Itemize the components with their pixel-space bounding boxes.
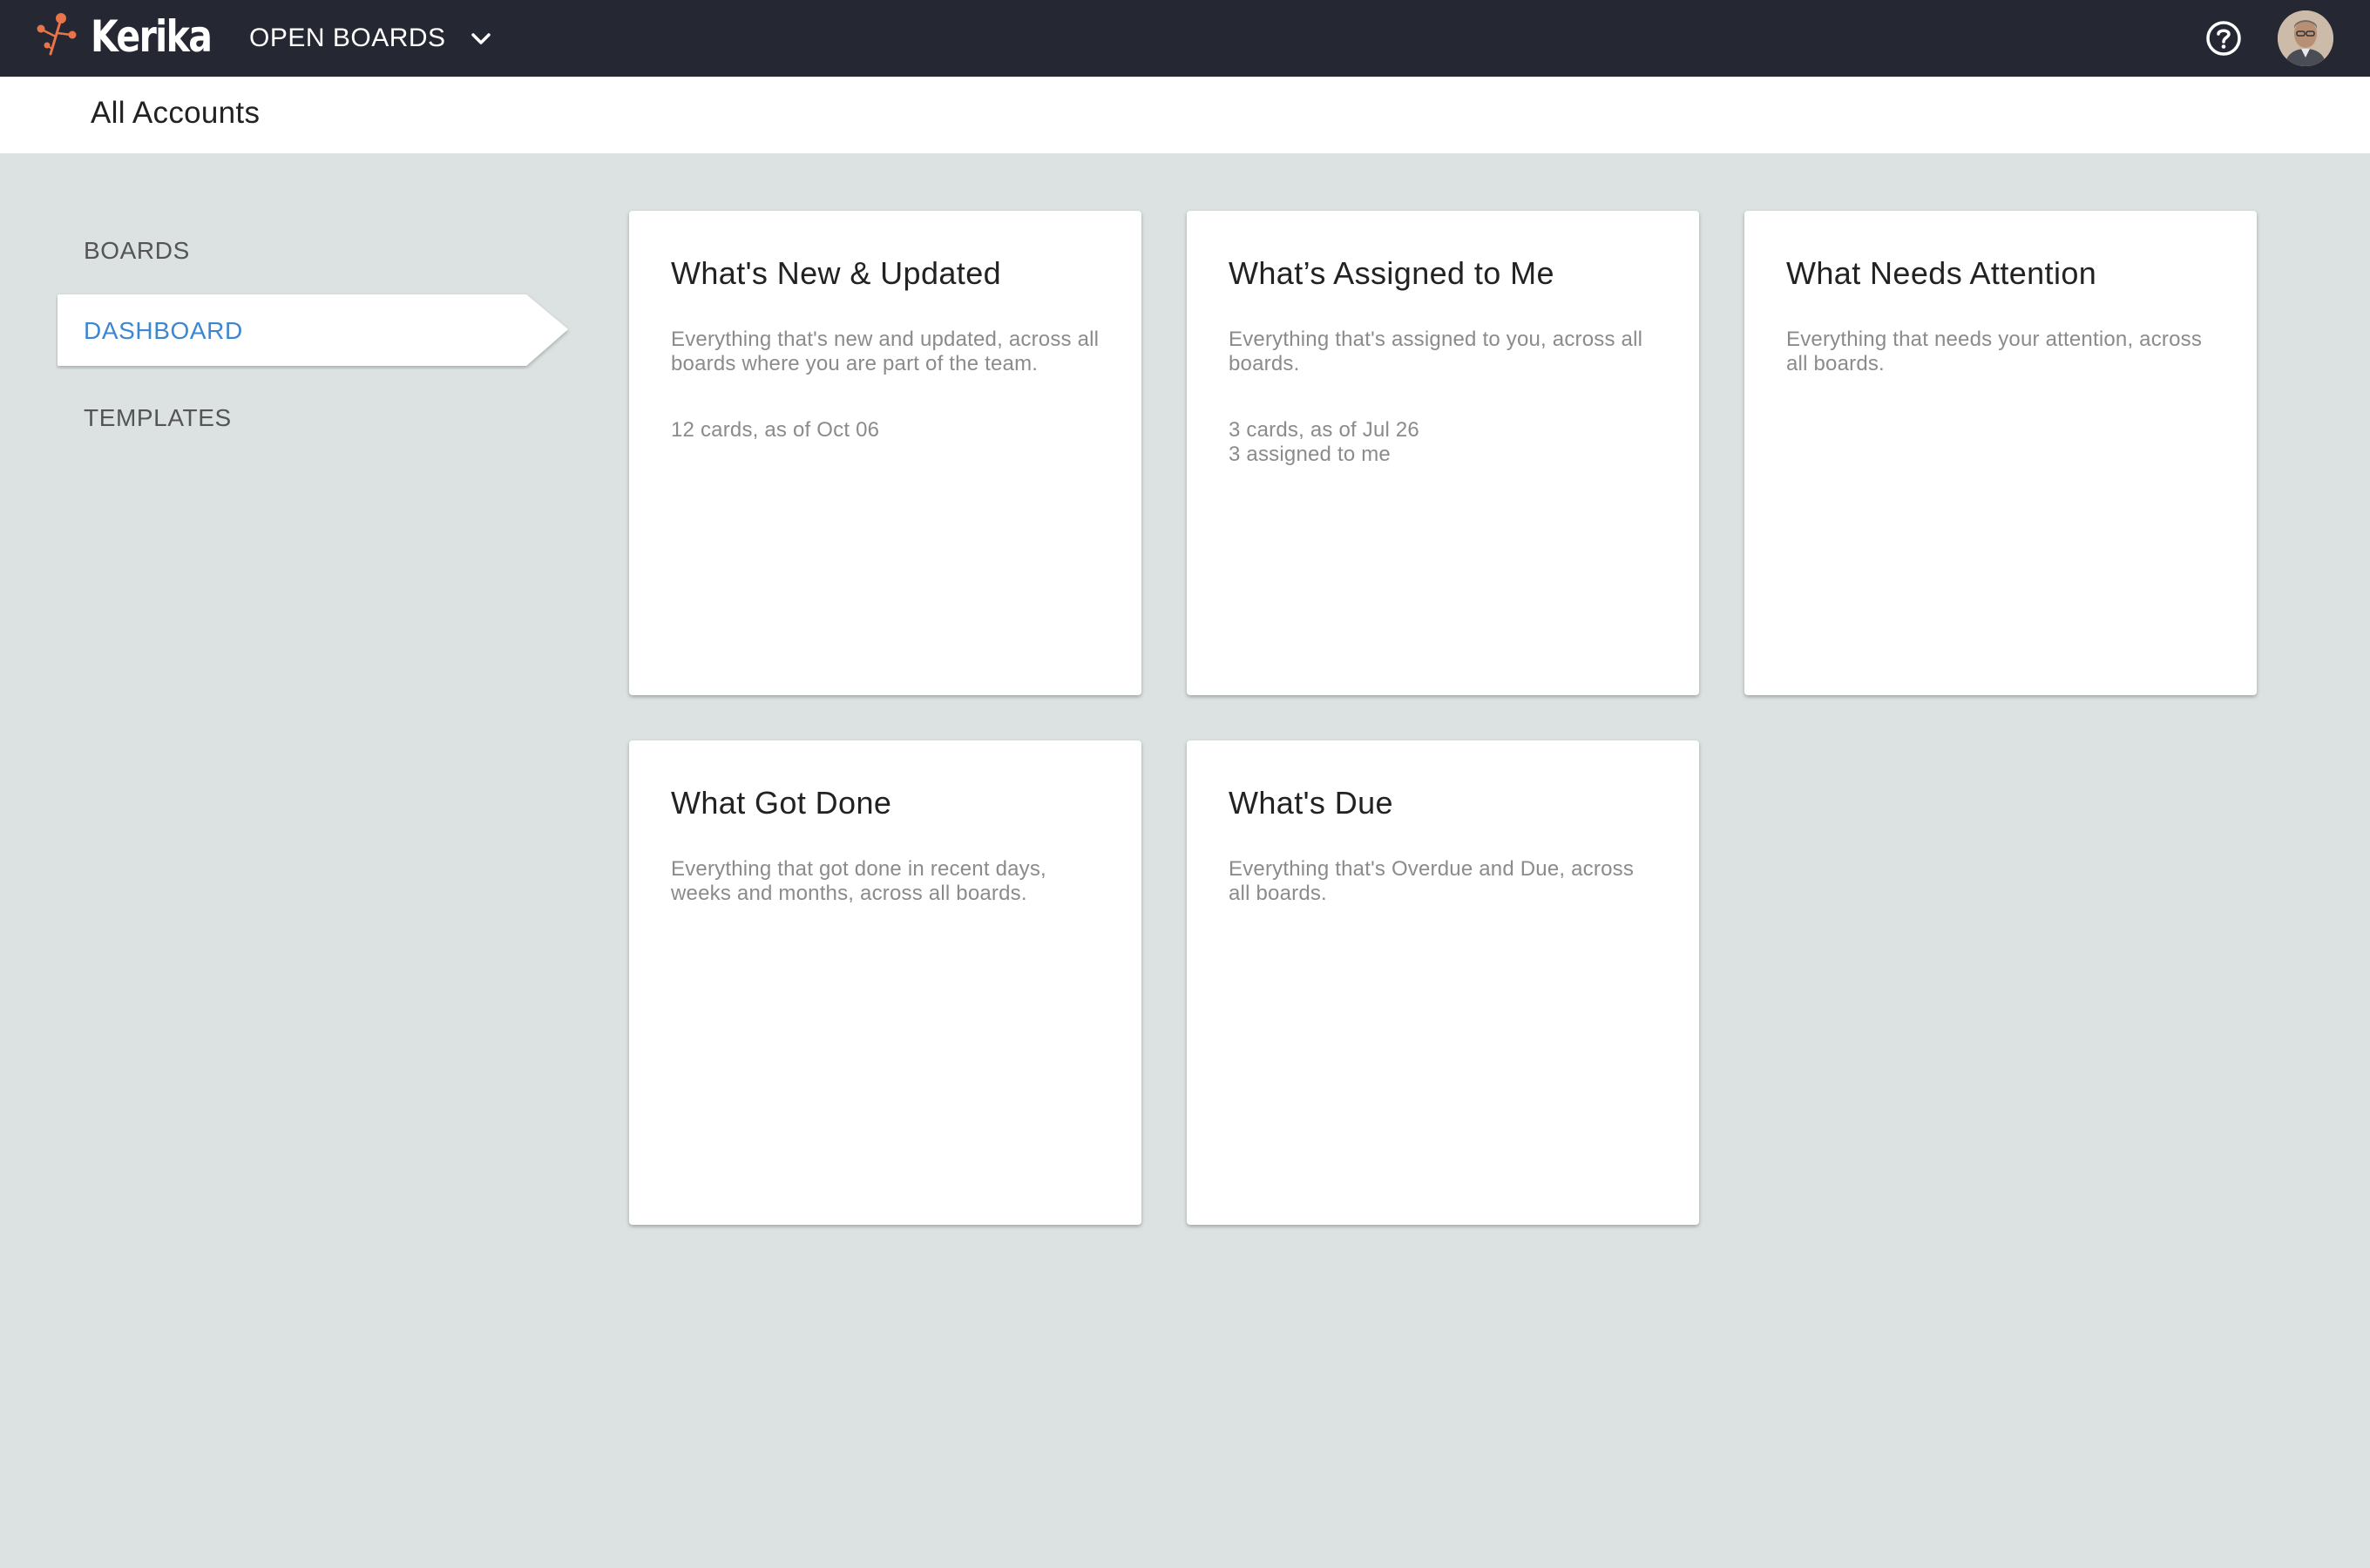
- open-boards-menu[interactable]: OPEN BOARDS: [249, 16, 511, 61]
- sub-header: All Accounts: [0, 77, 2370, 153]
- chevron-down-icon: [471, 33, 491, 44]
- card-description: Everything that needs your attention, ac…: [1786, 328, 2203, 375]
- dashboard-card-assigned-to-me[interactable]: What’s Assigned to Me Everything that's …: [1187, 211, 1699, 695]
- page-title: All Accounts: [91, 96, 261, 130]
- sidebar-item-dashboard[interactable]: DASHBOARD: [56, 293, 573, 369]
- app-logo-text[interactable]: Kerika: [91, 9, 213, 64]
- card-title: What's New & Updated: [671, 255, 1002, 291]
- dashboard-card-needs-attention[interactable]: What Needs Attention Everything that nee…: [1744, 211, 2257, 695]
- sidebar-item-templates[interactable]: TEMPLATES: [84, 404, 232, 432]
- card-description: Everything that's assigned to you, acros…: [1229, 328, 1643, 375]
- user-avatar[interactable]: [2278, 10, 2333, 66]
- dashboard-card-got-done[interactable]: What Got Done Everything that got done i…: [629, 740, 1141, 1225]
- card-meta: 3 assigned to me: [1229, 443, 1391, 466]
- card-description: Everything that's new and updated, acros…: [671, 328, 1100, 375]
- card-title: What Needs Attention: [1786, 255, 2097, 291]
- dashboard-card-new-updated[interactable]: What's New & Updated Everything that's n…: [629, 211, 1141, 695]
- avatar-image: [2278, 10, 2333, 66]
- card-title: What's Due: [1229, 785, 1393, 821]
- sidebar-item-label: DASHBOARD: [84, 317, 243, 344]
- open-boards-label: OPEN BOARDS: [249, 24, 446, 52]
- card-meta: 12 cards, as of Oct 06: [671, 418, 880, 442]
- card-title: What Got Done: [671, 785, 892, 821]
- sidebar-item-boards[interactable]: BOARDS: [84, 237, 190, 265]
- card-meta: 3 cards, as of Jul 26: [1229, 418, 1419, 442]
- top-bar: Kerika OPEN BOARDS: [0, 0, 2370, 77]
- card-title: What’s Assigned to Me: [1229, 255, 1554, 291]
- help-circle-icon[interactable]: [2204, 19, 2243, 57]
- dashboard-card-due[interactable]: What's Due Everything that's Overdue and…: [1187, 740, 1699, 1225]
- kerika-flower-logo-icon[interactable]: [35, 10, 77, 59]
- card-description: Everything that got done in recent days,…: [671, 857, 1046, 905]
- card-description: Everything that's Overdue and Due, acros…: [1229, 857, 1635, 905]
